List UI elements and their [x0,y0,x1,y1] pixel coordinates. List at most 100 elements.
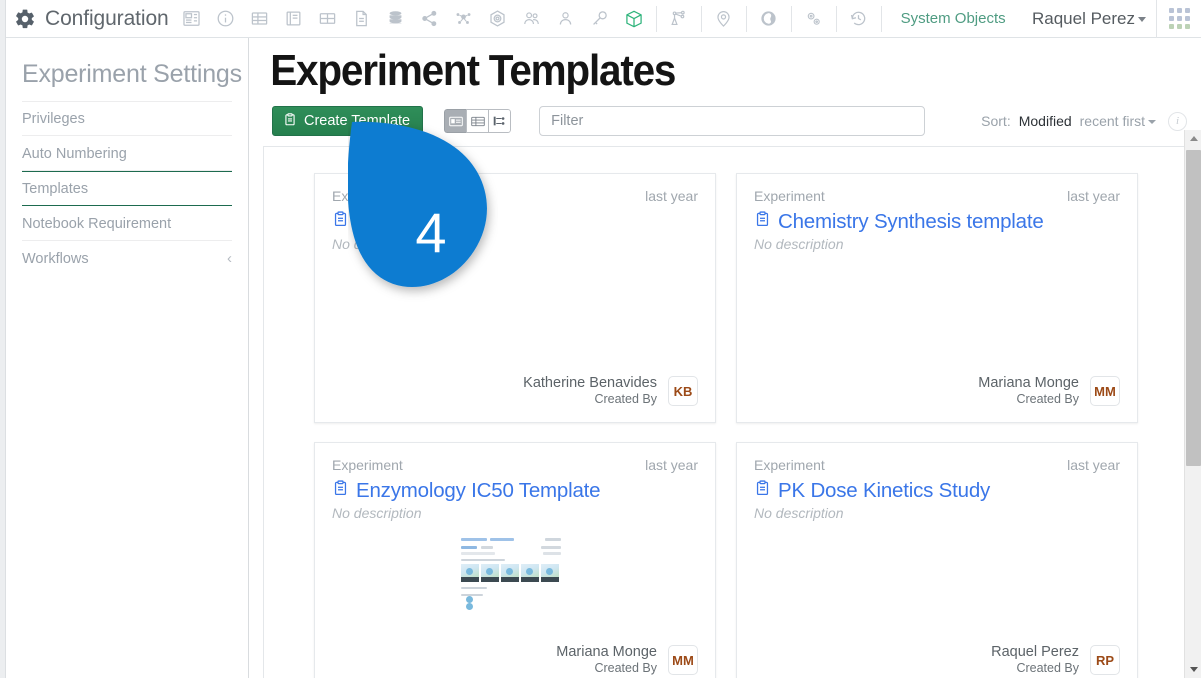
card-thumbnail-preview [461,536,561,614]
card-title-link[interactable]: Chemistry Synthesis template [754,210,1120,234]
card-type-label: Experiment [754,188,825,204]
clipboard-icon [332,479,349,503]
card-title-text: Chemistry Synthesis template [778,210,1044,234]
vertical-scrollbar[interactable] [1184,130,1201,678]
history-icon[interactable] [842,0,876,38]
sidebar-item-notebook-requirement[interactable]: Notebook Requirement [22,206,232,241]
card-title-link[interactable]: PK Dose Kinetics Study [754,479,1120,503]
card-creator-sublabel: Created By [978,392,1079,408]
location-pin-icon[interactable] [707,0,741,38]
info-circle-icon[interactable] [209,0,243,38]
sort-field-button[interactable]: Modified [1019,113,1072,129]
card-header: Experiment last year [754,457,1120,473]
avatar[interactable]: MM [1090,376,1120,406]
card-modified-label: last year [645,188,698,204]
info-circle-icon[interactable]: i [1168,112,1187,131]
card-creator-sublabel: Created By [991,661,1079,677]
settings-gears-icon[interactable] [797,0,831,38]
card-modified-label: last year [1067,188,1120,204]
clipboard-icon [754,479,771,503]
share-nodes-icon[interactable] [413,0,447,38]
sidebar-item-label: Notebook Requirement [22,216,171,232]
sidebar-item-templates[interactable]: Templates [22,171,232,206]
card-creator: Mariana Monge Created By [978,374,1079,408]
card-title-text: Enzymology IC50 Template [356,479,600,503]
card-footer: Katherine Benavides Created By KB [523,374,698,408]
card-creator-name: Raquel Perez [991,643,1079,661]
view-card-button[interactable] [444,109,467,133]
templates-card-region: Experiment last year No d [263,146,1188,678]
users-group-icon[interactable] [515,0,549,38]
avatar[interactable]: MM [668,645,698,675]
cube-icon[interactable] [617,0,651,38]
create-template-button[interactable]: Create Template [272,106,423,136]
chevron-down-icon [1148,120,1156,124]
card-title-link[interactable] [332,210,698,234]
card-modified-label: last year [645,457,698,473]
sidebar-item-label: Privileges [22,111,85,127]
avatar[interactable]: RP [1090,645,1120,675]
card-creator-name: Katherine Benavides [523,374,657,392]
sort-order-button[interactable]: recent first [1080,113,1156,129]
sidebar-item-workflows[interactable]: Workflows ‹ [22,241,232,276]
top-icon-toolbar [175,0,887,38]
table-icon[interactable] [243,0,277,38]
card-type-label: Experiment [332,457,403,473]
scrollbar-thumb[interactable] [1186,150,1201,466]
database-icon[interactable] [379,0,413,38]
grid-table-icon[interactable] [311,0,345,38]
template-card[interactable]: Experiment last year Chemistry Synthesis… [736,173,1138,423]
toolbar-divider [656,6,657,32]
filter-input[interactable] [539,106,925,136]
page-title: Experiment Templates [250,38,1125,96]
clipboard-icon [754,210,771,234]
system-objects-link[interactable]: System Objects [901,10,1006,27]
user-menu-button[interactable]: Raquel Perez [1032,9,1156,29]
workflow-icon[interactable] [662,0,696,38]
book-icon[interactable] [277,0,311,38]
card-footer: Mariana Monge Created By MM [978,374,1120,408]
view-tree-button[interactable] [488,109,511,133]
user-icon[interactable] [549,0,583,38]
create-template-label: Create Template [304,113,410,129]
window-left-edge [0,0,6,678]
clipboard-icon [332,210,349,234]
card-modified-label: last year [1067,457,1120,473]
chevron-down-icon [1138,17,1146,22]
layout-dashboard-icon[interactable] [175,0,209,38]
card-footer: Mariana Monge Created By MM [556,643,698,677]
card-type-label: Experiment [332,188,403,204]
card-creator: Raquel Perez Created By [991,643,1079,677]
chevron-left-icon: ‹ [227,251,232,266]
toolbar-divider [701,6,702,32]
avatar[interactable]: KB [668,376,698,406]
template-card[interactable]: Experiment last year PK Dose Kinetics St… [736,442,1138,678]
card-footer: Raquel Perez Created By RP [991,643,1120,677]
top-navigation-bar: Configuration [0,0,1201,38]
shape-icon[interactable] [752,0,786,38]
card-description: No description [332,505,698,521]
brand-configuration[interactable]: Configuration [0,7,169,31]
template-card[interactable]: Experiment last year Enzymology IC50 Tem… [314,442,716,678]
scroll-up-arrow-icon[interactable] [1185,130,1201,147]
view-list-button[interactable] [466,109,489,133]
sidebar-item-auto-numbering[interactable]: Auto Numbering [22,136,232,171]
hexagon-target-icon[interactable] [481,0,515,38]
template-card[interactable]: Experiment last year No d [314,173,716,423]
molecule-icon[interactable] [447,0,481,38]
apps-grid-icon[interactable] [1157,0,1201,38]
view-toggle-group [444,109,511,133]
templates-card-grid: Experiment last year No d [264,147,1188,678]
toolbar-divider [746,6,747,32]
apps-grid-dots [1169,8,1190,29]
sort-controls: Sort: Modified recent first i [981,112,1201,131]
document-icon[interactable] [345,0,379,38]
scroll-down-arrow-icon[interactable] [1185,661,1201,678]
card-creator-sublabel: Created By [556,661,657,677]
card-header: Experiment last year [332,457,698,473]
sidebar-item-privileges[interactable]: Privileges [22,101,232,136]
clipboard-icon [283,112,297,131]
key-icon[interactable] [583,0,617,38]
card-title-link[interactable]: Enzymology IC50 Template [332,479,698,503]
sort-order-label: recent first [1080,113,1145,129]
